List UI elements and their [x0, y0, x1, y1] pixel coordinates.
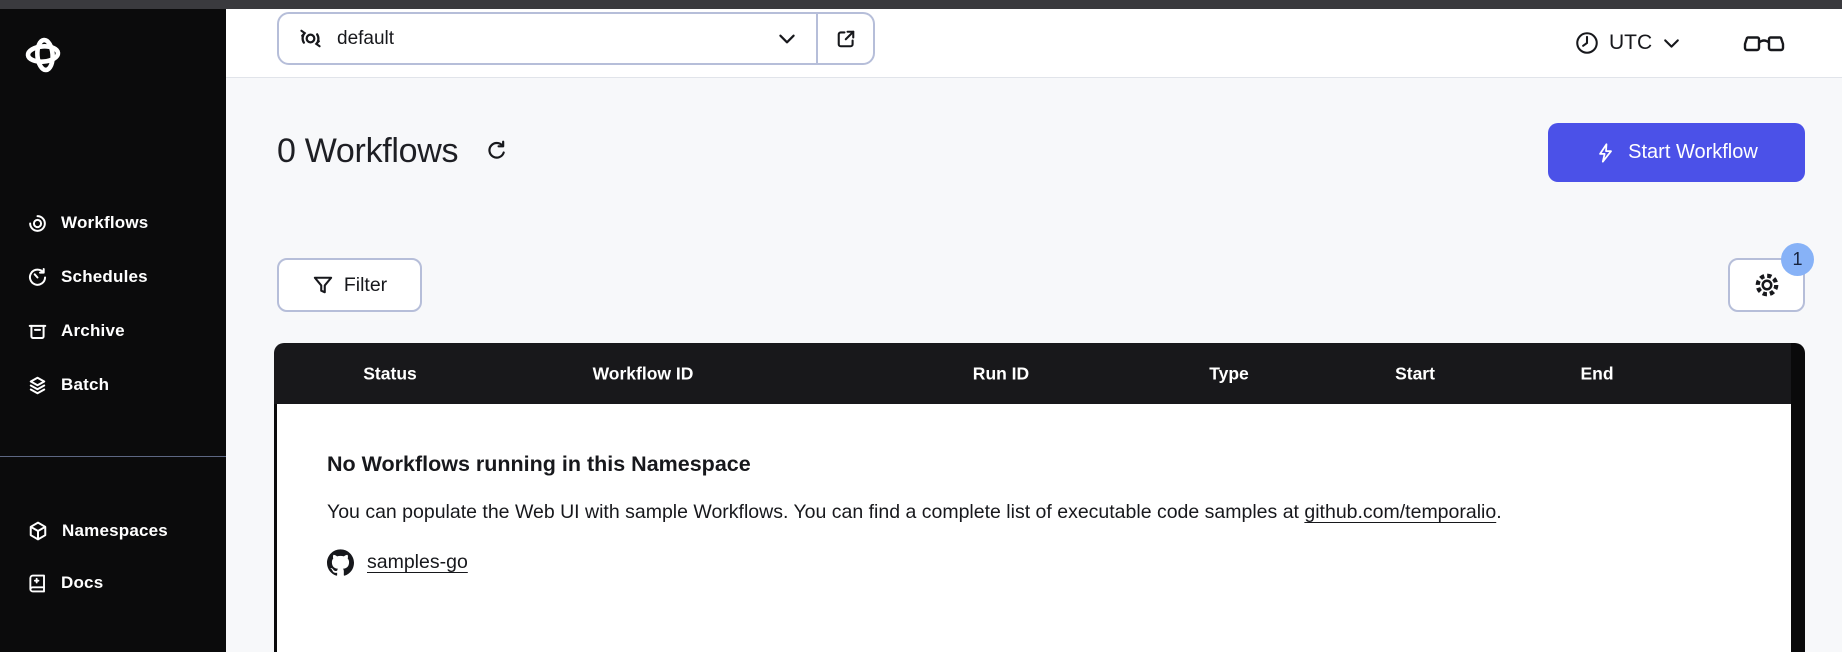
sidebar-item-label: Batch: [61, 375, 110, 394]
timezone-value: UTC: [1609, 31, 1653, 54]
docs-icon: [27, 573, 48, 594]
chevron-down-icon: [1661, 33, 1682, 54]
sidebar: Workflows Schedules Archive Batch Namesp…: [0, 0, 226, 652]
empty-state-period: .: [1496, 501, 1502, 523]
settings-badge-count: 1: [1792, 249, 1803, 269]
empty-state-body: You can populate the Web UI with sample …: [327, 501, 1305, 523]
namespaces-icon: [27, 520, 49, 542]
column-header-end[interactable]: End: [1580, 363, 1613, 384]
column-header-status[interactable]: Status: [363, 363, 416, 384]
sidebar-item-label: Archive: [61, 321, 125, 340]
batch-icon: [27, 375, 48, 396]
sidebar-item-label: Workflows: [61, 213, 149, 232]
labs-mode-toggle[interactable]: [1740, 28, 1788, 60]
sidebar-item-label: Namespaces: [62, 521, 168, 540]
workflows-table-header: Status Workflow ID Run ID Type Start End: [274, 343, 1791, 404]
lightning-bolt-icon: [1595, 142, 1617, 164]
start-workflow-button[interactable]: Start Workflow: [1548, 123, 1805, 182]
table-scrollbar[interactable]: [1791, 343, 1805, 652]
temporal-logo-icon[interactable]: [24, 34, 64, 76]
sidebar-item-batch[interactable]: Batch: [0, 362, 226, 408]
column-header-workflow-id[interactable]: Workflow ID: [593, 363, 694, 384]
workflows-table-empty-state: No Workflows running in this Namespace Y…: [274, 404, 1791, 652]
chevron-down-icon: [776, 28, 798, 50]
namespace-select[interactable]: default: [277, 12, 818, 65]
namespace-selector-group: default: [277, 12, 875, 65]
sidebar-item-schedules[interactable]: Schedules: [0, 254, 226, 300]
clock-icon: [1574, 30, 1600, 56]
filter-button[interactable]: Filter: [277, 258, 422, 312]
sidebar-item-docs[interactable]: Docs: [0, 560, 226, 606]
archive-icon: [27, 321, 48, 342]
page-title: 0 Workflows: [277, 132, 459, 170]
column-header-start[interactable]: Start: [1395, 363, 1435, 384]
filter-label: Filter: [343, 273, 388, 296]
filter-funnel-icon: [312, 274, 334, 296]
page-title-row: 0 Workflows: [277, 132, 509, 171]
sample-repo-row: samples-go: [327, 549, 1751, 576]
temporalio-github-link[interactable]: github.com/temporalio: [1304, 501, 1496, 523]
sidebar-item-workflows[interactable]: Workflows: [0, 200, 226, 246]
empty-state-title: No Workflows running in this Namespace: [327, 452, 751, 476]
samples-go-link[interactable]: samples-go: [367, 551, 468, 574]
schedules-icon: [27, 267, 48, 288]
start-workflow-label: Start Workflow: [1628, 141, 1758, 163]
empty-state-text: You can populate the Web UI with sample …: [327, 493, 1657, 532]
labs-glasses-icon: [1743, 30, 1785, 58]
workflows-icon: [27, 213, 48, 234]
sidebar-item-label: Docs: [61, 573, 104, 592]
column-header-type[interactable]: Type: [1209, 363, 1249, 384]
namespace-switcher-icon: [297, 25, 324, 52]
sidebar-divider: [0, 456, 226, 457]
external-link-icon: [835, 28, 857, 50]
sidebar-item-archive[interactable]: Archive: [0, 308, 226, 354]
window-top-strip: [0, 0, 1842, 9]
open-namespace-external-button[interactable]: [818, 12, 875, 65]
namespace-value: default: [337, 27, 395, 49]
refresh-button[interactable]: [484, 139, 509, 164]
column-header-run-id[interactable]: Run ID: [973, 363, 1029, 384]
github-icon: [327, 549, 354, 576]
sidebar-item-namespaces[interactable]: Namespaces: [0, 508, 226, 554]
sidebar-item-label: Schedules: [61, 267, 148, 286]
topbar: default UTC: [226, 9, 1842, 78]
settings-badge: 1: [1781, 243, 1814, 276]
gear-icon: [1752, 270, 1782, 300]
timezone-select[interactable]: UTC: [1574, 22, 1682, 64]
temporal-web-ui: Workflows Schedules Archive Batch Namesp…: [0, 0, 1842, 652]
